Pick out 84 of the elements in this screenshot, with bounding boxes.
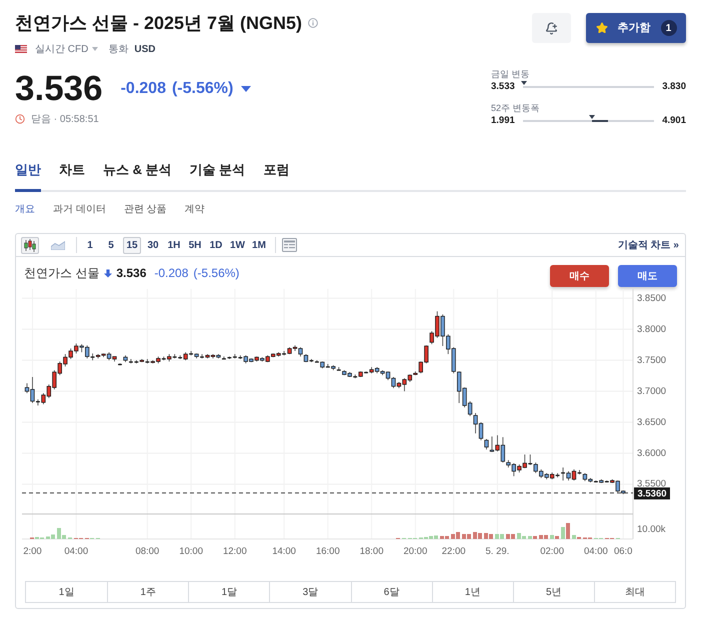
star-icon <box>596 22 608 34</box>
range-high: 4.901 <box>661 114 686 128</box>
range-label: 금일 변동 <box>491 68 531 80</box>
clock-icon <box>15 114 25 124</box>
sub-tab[interactable]: 개요 <box>15 202 35 216</box>
x-axis-label: 20:00 <box>403 546 428 557</box>
chart-title: 천연가스 선물 <box>24 265 100 282</box>
period-button[interactable]: 1주 <box>107 582 188 602</box>
table-icon[interactable] <box>282 238 297 252</box>
x-axis-label: 08:00 <box>135 546 160 557</box>
price-change-percent: (-5.56%) <box>172 79 234 99</box>
sell-button[interactable]: 매도 <box>618 265 677 287</box>
period-button[interactable]: 3달 <box>269 582 350 602</box>
x-axis-label: 14:00 <box>272 546 296 557</box>
x-axis-label: 5. 29. <box>486 546 510 557</box>
range-low: 3.533 <box>491 80 516 94</box>
period-button[interactable]: 1일 <box>26 582 108 602</box>
x-axis-label: 22:00 <box>442 546 466 557</box>
interval-button[interactable]: 1 <box>81 236 99 254</box>
interval-button[interactable]: 1W <box>228 236 247 254</box>
interval-button[interactable]: 30 <box>144 236 162 254</box>
interval-button[interactable]: 1D <box>207 236 225 254</box>
price-value: 3.536 <box>15 70 103 108</box>
chart-change-percent: (-5.56%) <box>193 265 240 282</box>
ref-line-label: 3.5360 <box>637 488 667 500</box>
sub-tab[interactable]: 과거 데이터 <box>53 202 106 216</box>
price-change: -0.208 <box>120 79 166 99</box>
info-icon[interactable] <box>308 18 318 28</box>
interval-button[interactable]: 1M <box>250 236 268 254</box>
chart-price: 3.536 <box>116 265 146 282</box>
volume-axis-label: 10.00k <box>637 524 666 535</box>
y-axis-label: 3.8000 <box>637 324 666 335</box>
candlestick-icon <box>24 238 36 252</box>
y-axis-label: 3.5500 <box>637 478 666 490</box>
x-axis-label: 16:00 <box>316 546 340 557</box>
buy-button[interactable]: 매수 <box>550 265 609 287</box>
market-type-label[interactable]: 실시간 CFD <box>35 42 88 56</box>
area-chart-icon <box>51 240 65 250</box>
nav-tab[interactable]: 포럼 <box>263 150 290 192</box>
y-axis-label: 3.6500 <box>637 416 666 428</box>
nav-tab[interactable]: 기술 분석 <box>190 150 246 192</box>
x-axis-label: 02:00 <box>540 546 564 557</box>
interval-button[interactable]: 1H <box>165 236 183 254</box>
period-button[interactable]: 1년 <box>432 582 513 602</box>
x-axis-label: 18:00 <box>360 546 384 557</box>
flag-icon <box>15 45 27 53</box>
last-price-tag: 3.5360 <box>634 487 670 500</box>
nav-tab[interactable]: 차트 <box>59 150 85 192</box>
chart-change: -0.208 <box>154 265 188 282</box>
bell-plus-icon <box>545 22 558 34</box>
caret-icon[interactable] <box>92 47 98 51</box>
range-label: 52주 변동폭 <box>491 102 541 114</box>
interval-button[interactable]: 5H <box>186 236 204 254</box>
y-axis-label: 3.8500 <box>637 292 666 304</box>
x-axis-label: 10:00 <box>179 546 203 557</box>
sub-tab[interactable]: 관련 상품 <box>124 202 167 216</box>
market-status: 닫음 · 05:58:51 <box>31 112 99 126</box>
sub-tab[interactable]: 계약 <box>184 202 205 216</box>
range-low: 1.991 <box>491 114 516 128</box>
x-axis-label: 2:00 <box>23 546 42 557</box>
period-button[interactable]: 5년 <box>512 582 594 602</box>
alert-button[interactable] <box>532 13 571 43</box>
currency-value: USD <box>134 42 156 56</box>
nav-tab[interactable]: 뉴스 & 분석 <box>103 150 172 192</box>
x-axis-label: 04:00 <box>584 546 608 557</box>
count-badge: 1 <box>660 20 676 36</box>
period-button[interactable]: 1달 <box>188 582 270 602</box>
period-button[interactable]: 최대 <box>594 582 675 602</box>
period-button[interactable]: 6달 <box>350 582 432 602</box>
watchlist-button[interactable]: 추가함 1 <box>586 13 686 43</box>
currency-label: 통화 <box>108 42 128 56</box>
y-axis-label: 3.7500 <box>637 354 666 366</box>
interval-button[interactable]: 5 <box>102 236 120 254</box>
advanced-chart-link[interactable]: 기술적 차트 » <box>618 238 679 252</box>
page-title: 천연가스 선물 - 2025년 7월 (NGN5) <box>15 12 302 35</box>
y-axis-label: 3.6000 <box>637 448 666 459</box>
x-axis-label: 06:0 <box>614 546 632 557</box>
range-high: 3.830 <box>661 80 686 94</box>
y-axis-label: 3.7000 <box>637 386 666 397</box>
interval-button[interactable]: 15 <box>123 236 141 254</box>
candlestick-chart-button[interactable] <box>21 236 39 254</box>
x-axis-label: 04:00 <box>64 546 88 557</box>
nav-tab[interactable]: 일반 <box>15 150 41 192</box>
x-axis-label: 12:00 <box>222 546 247 557</box>
